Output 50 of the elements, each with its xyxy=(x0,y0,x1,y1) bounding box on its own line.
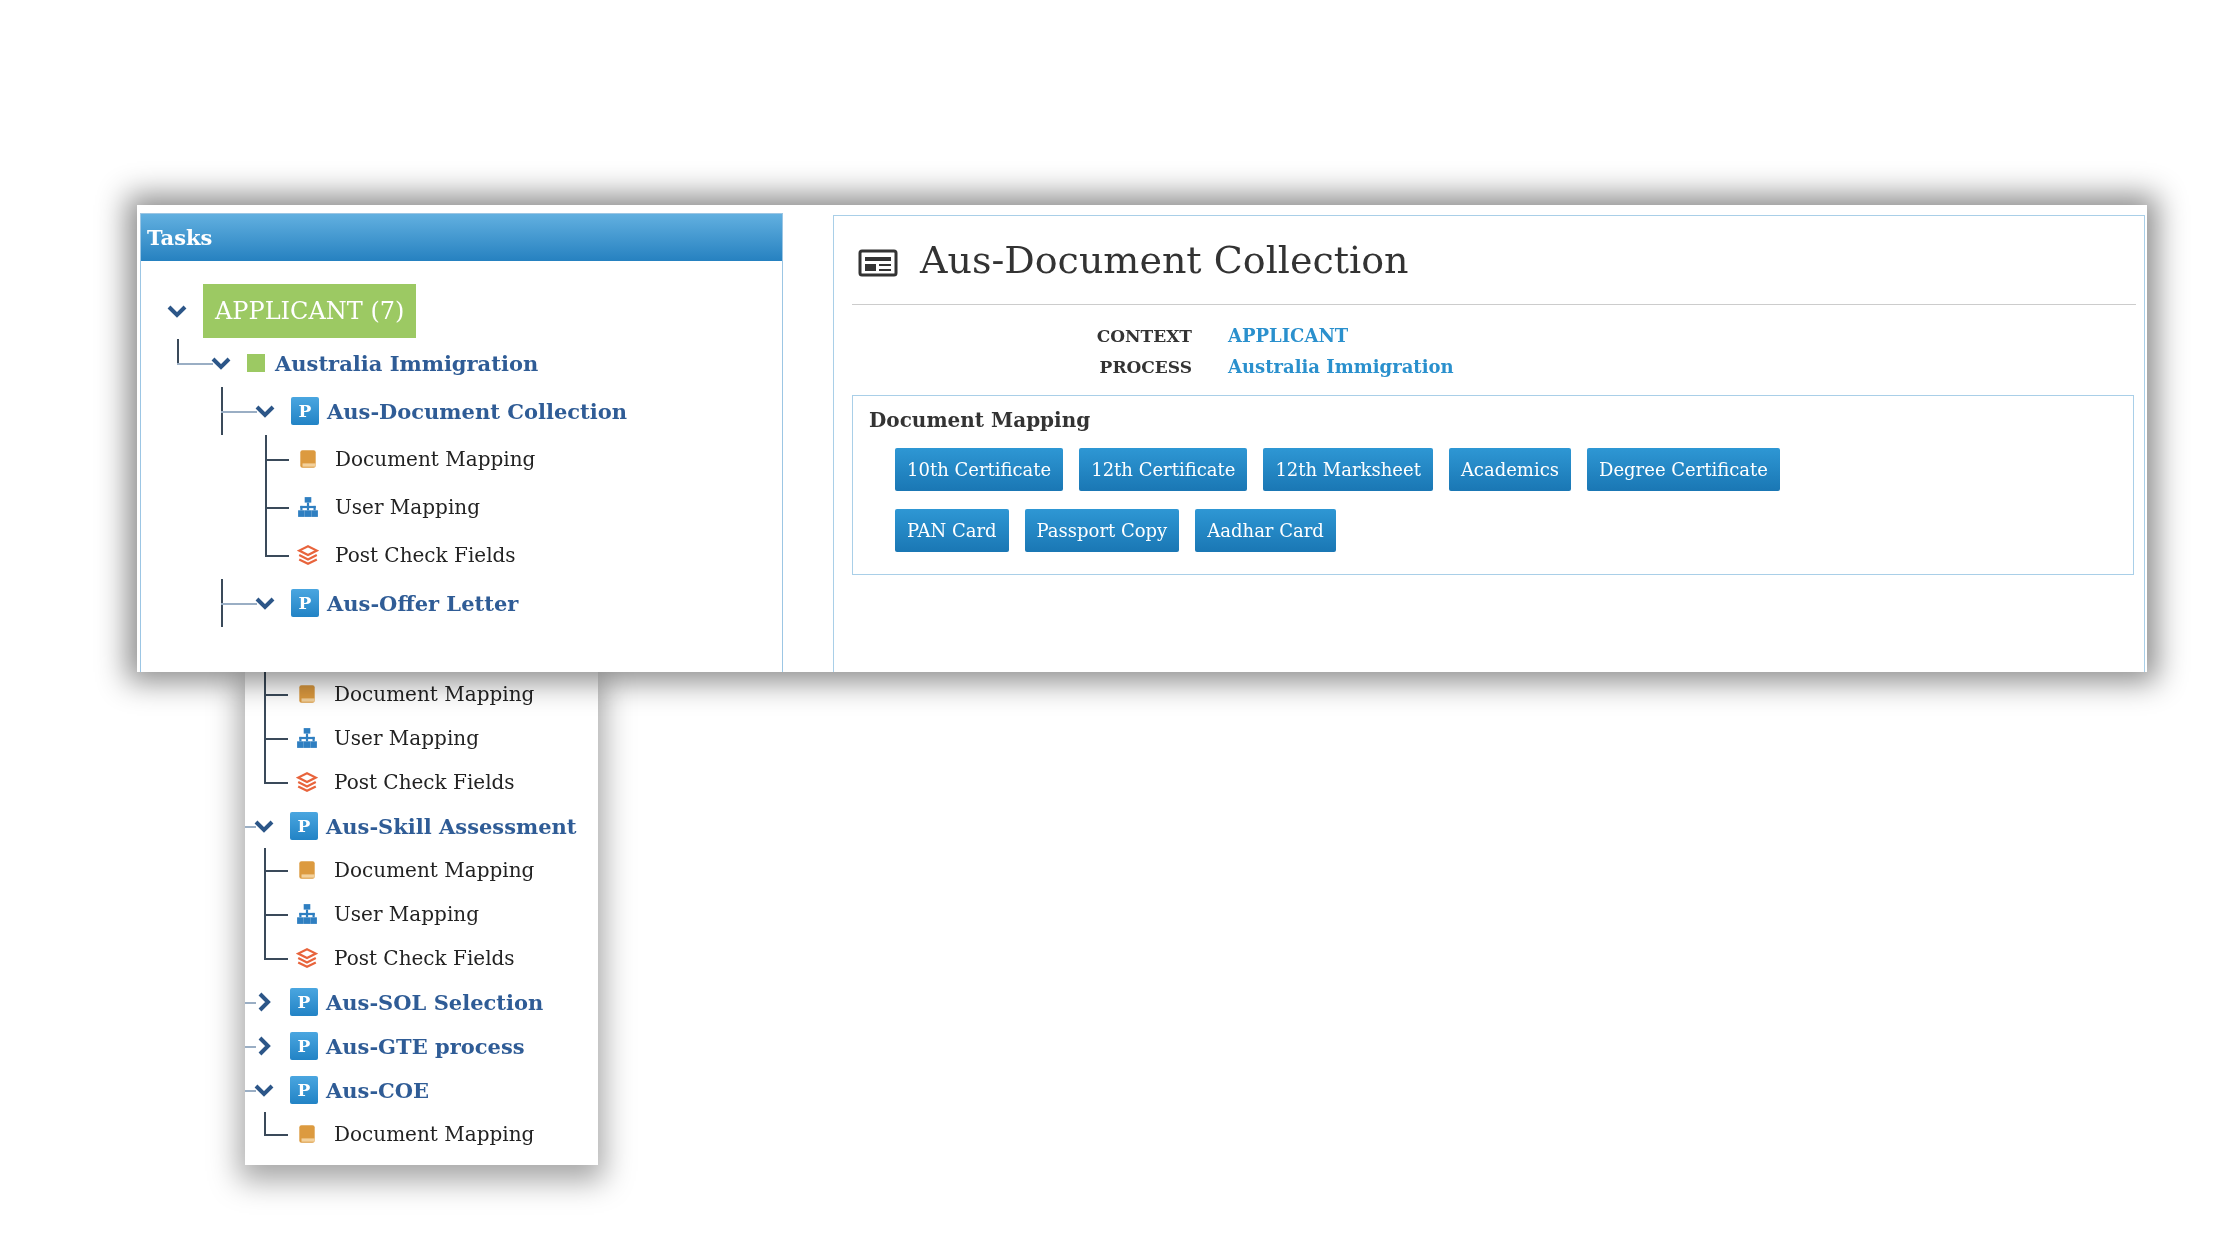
tree-item[interactable]: Document Mapping xyxy=(334,682,535,706)
tree-item[interactable]: Australia Immigration xyxy=(275,350,539,376)
sitemap-icon xyxy=(296,727,318,749)
tree-item[interactable]: User Mapping xyxy=(334,902,479,926)
sitemap-icon xyxy=(297,496,319,518)
tree-item[interactable]: Aus-Document Collection xyxy=(327,398,627,424)
document-tag-button[interactable]: 10th Certificate xyxy=(895,448,1064,491)
tree-item[interactable]: Document Mapping xyxy=(335,447,536,471)
book-icon xyxy=(296,1123,318,1145)
tree-item[interactable]: Post Check Fields xyxy=(334,946,515,970)
section-title: Document Mapping xyxy=(869,408,1092,432)
sitemap-icon xyxy=(296,903,318,925)
layers-icon xyxy=(297,544,319,566)
field-link[interactable]: APPLICANT xyxy=(1228,325,2136,346)
book-icon xyxy=(297,448,319,470)
tree-item[interactable]: Post Check Fields xyxy=(334,770,515,794)
tree-item[interactable]: Aus-Skill Assessment xyxy=(326,813,577,839)
tree-item[interactable]: Aus-COE xyxy=(326,1077,430,1103)
document-tag-button[interactable]: 12th Certificate xyxy=(1079,448,1248,491)
layers-icon xyxy=(296,947,318,969)
layers-icon xyxy=(296,771,318,793)
document-tag-button[interactable]: Aadhar Card xyxy=(1195,509,1336,552)
panel-title: Tasks xyxy=(147,225,213,250)
process-badge: P xyxy=(290,812,318,840)
page-title: Aus-Document Collection xyxy=(920,238,1409,282)
tree-item[interactable]: Document Mapping xyxy=(334,858,535,882)
process-badge: P xyxy=(290,988,318,1016)
document-tag-button[interactable]: Passport Copy xyxy=(1024,509,1180,552)
tree-item[interactable]: Aus-GTE process xyxy=(326,1033,525,1059)
process-badge: P xyxy=(290,1076,318,1104)
newspaper-icon xyxy=(858,248,898,278)
tree-item[interactable]: Aus-Offer Letter xyxy=(327,590,519,616)
document-tag-button[interactable]: Degree Certificate xyxy=(1587,448,1780,491)
square-icon xyxy=(247,354,265,372)
tree-item[interactable]: Post Check Fields xyxy=(335,543,516,567)
document-tag-button[interactable]: PAN Card xyxy=(895,509,1009,552)
process-badge: P xyxy=(291,397,319,425)
field-label: CONTEXT xyxy=(1096,325,1192,346)
tree-item[interactable]: User Mapping xyxy=(334,726,479,750)
tree-item[interactable]: Document Mapping xyxy=(334,1122,535,1146)
document-tag-button[interactable]: Academics xyxy=(1448,448,1571,491)
process-badge: P xyxy=(290,1032,318,1060)
tree-item[interactable]: User Mapping xyxy=(335,495,480,519)
tree-item[interactable]: Aus-SOL Selection xyxy=(326,989,544,1015)
book-icon xyxy=(296,683,318,705)
field-label: PROCESS xyxy=(1099,356,1192,377)
document-tag-button[interactable]: 12th Marksheet xyxy=(1263,448,1433,491)
process-badge: P xyxy=(291,589,319,617)
book-icon xyxy=(296,859,318,881)
field-link[interactable]: Australia Immigration xyxy=(1228,356,2136,377)
